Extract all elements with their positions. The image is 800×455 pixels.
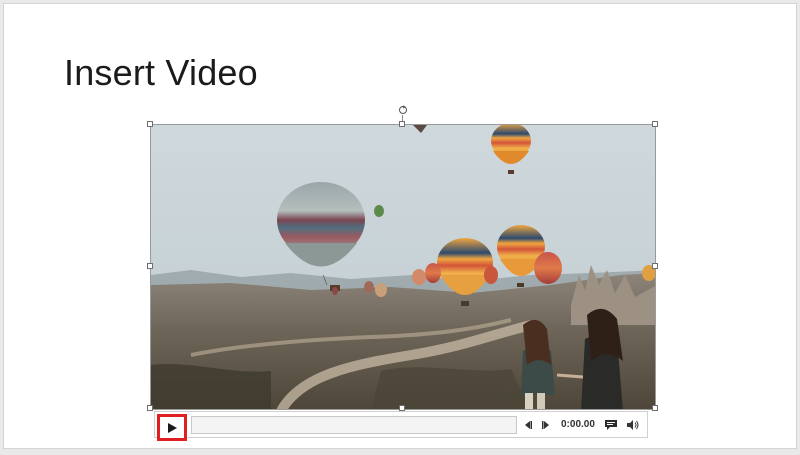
step-forward-button[interactable] [539,417,553,433]
step-back-icon [525,421,532,429]
rotate-icon[interactable] [398,105,408,115]
resize-handle-bottom-left[interactable] [147,405,153,411]
resize-handle-top-middle[interactable] [399,121,405,127]
resize-handle-bottom-right[interactable] [652,405,658,411]
volume-icon [627,420,639,430]
resize-handle-middle-left[interactable] [147,263,153,269]
play-button[interactable] [157,414,187,441]
video-player[interactable] [150,124,656,410]
slide-canvas[interactable]: Insert Video 0:00.00 [3,3,797,449]
captions-icon [605,420,617,430]
seek-bar[interactable] [191,416,517,434]
resize-handle-middle-right[interactable] [652,263,658,269]
step-forward-icon [542,421,549,429]
play-icon [168,422,177,433]
resize-handle-top-right[interactable] [652,121,658,127]
time-readout: 0:00.00 [561,419,595,430]
resize-handle-top-left[interactable] [147,121,153,127]
captions-button[interactable] [603,417,619,433]
video-frame-image [151,125,655,409]
step-back-button[interactable] [521,417,535,433]
volume-button[interactable] [625,417,641,433]
media-control-bar: 0:00.00 [154,411,648,441]
slide-title[interactable]: Insert Video [64,52,258,94]
